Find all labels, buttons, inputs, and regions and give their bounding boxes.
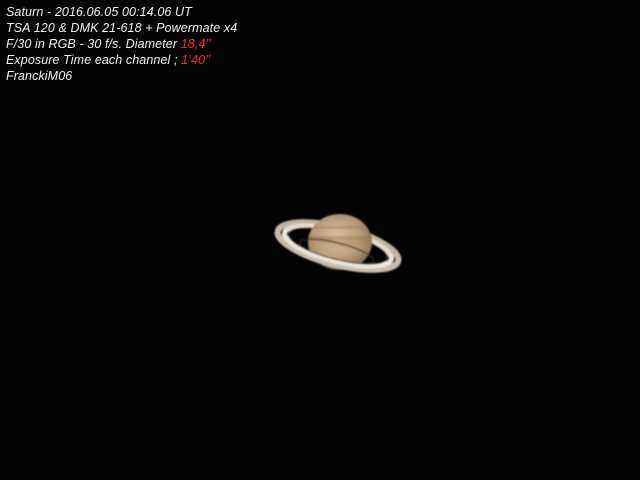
astrophoto-frame: Saturn - 2016.06.05 00:14.06 UT TSA 120 … (0, 0, 640, 480)
background-noise (19, 85, 561, 466)
caption-diameter-value: 18,4’’ (180, 37, 211, 51)
caption-settings: F/30 in RGB - 30 f/s. Diameter 18,4’’ (6, 36, 237, 52)
caption-author: FranckiM06 (6, 69, 73, 83)
caption-exposure-value: 1’40’’ (181, 53, 211, 67)
caption-exposure-text: Exposure Time each channel ; (6, 53, 182, 67)
caption-equipment: TSA 120 & DMK 21-618 + Powermate x4 (6, 21, 238, 35)
image-caption: Saturn - 2016.06.05 00:14.06 UT TSA 120 … (6, 4, 237, 84)
caption-exposure: Exposure Time each channel ; 1’40’’ (6, 52, 237, 68)
caption-settings-text: F/30 in RGB - 30 f/s. Diameter (6, 37, 181, 51)
caption-title: Saturn - 2016.06.05 00:14.06 UT (6, 5, 192, 19)
